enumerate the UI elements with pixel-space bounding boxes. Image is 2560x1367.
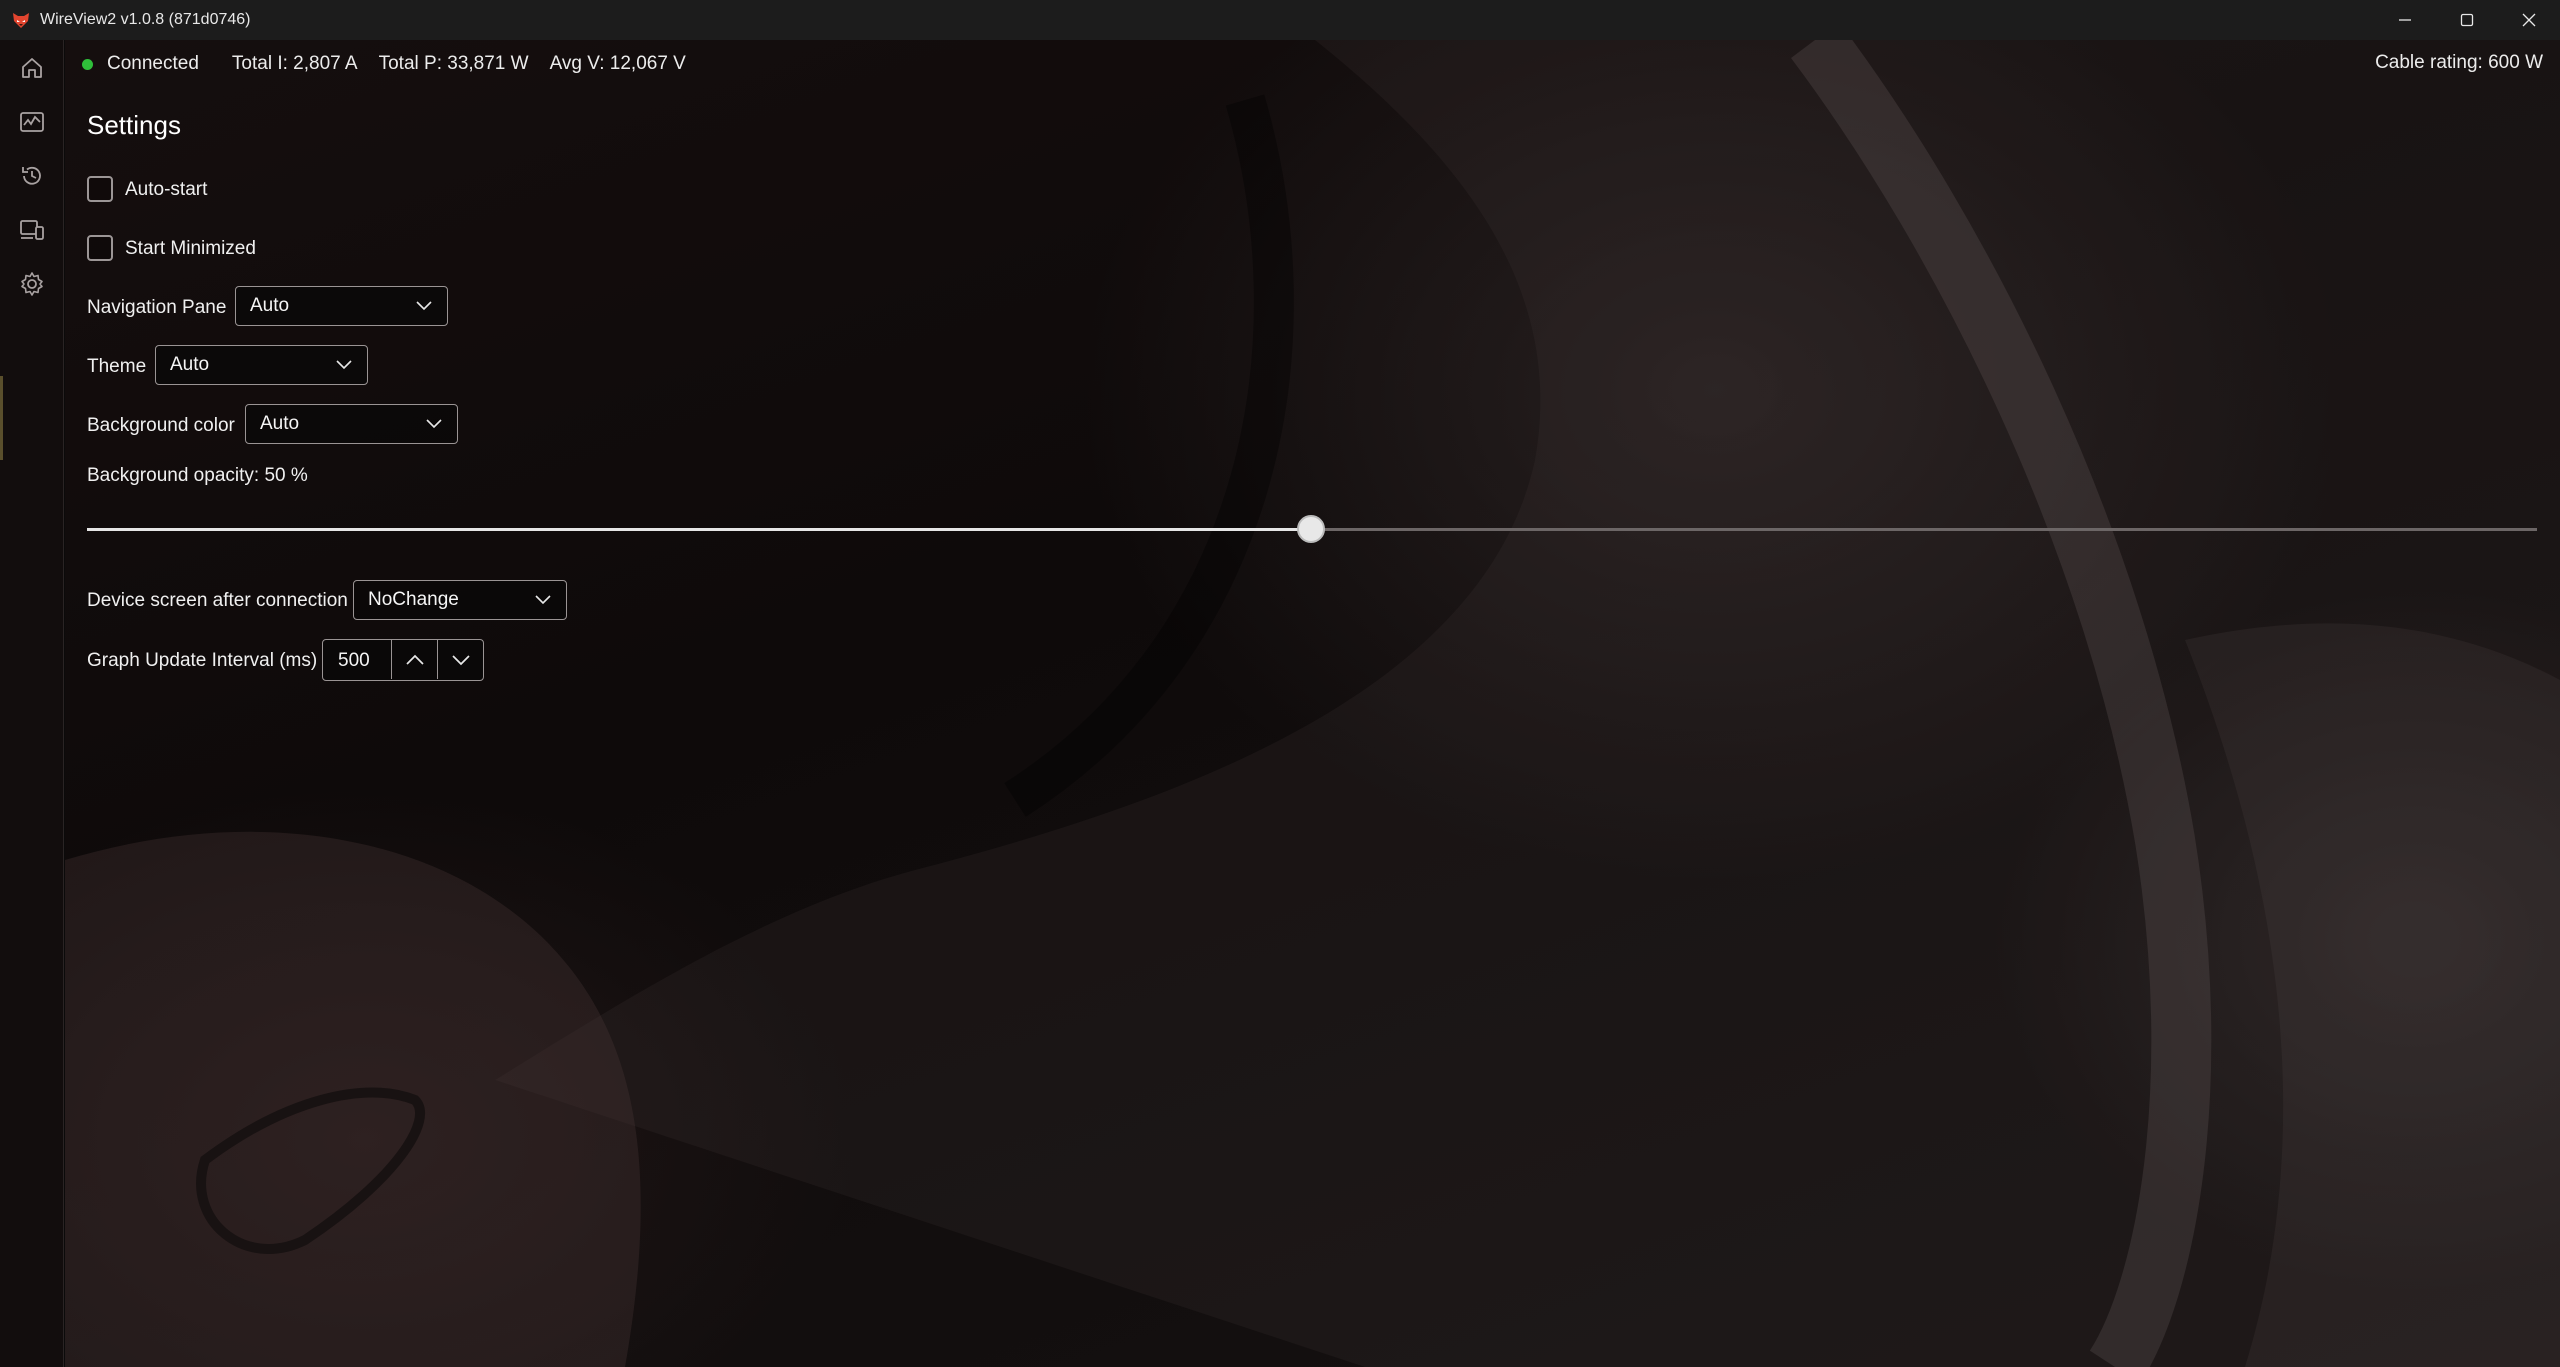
maximize-button[interactable] <box>2436 0 2498 40</box>
connection-status-dot <box>82 58 93 70</box>
app-window: WireView2 v1.0.8 (871d0746) Connected To… <box>0 0 2560 1367</box>
navigation-rail <box>0 40 64 1367</box>
minimize-button[interactable] <box>2374 0 2436 40</box>
navigation-pane-value: Auto <box>250 295 290 316</box>
graph-interval-label: Graph Update Interval (ms) <box>87 650 318 671</box>
theme-value: Auto <box>170 354 210 375</box>
theme-dropdown[interactable]: Auto <box>155 345 368 385</box>
nav-monitor[interactable] <box>16 106 48 138</box>
nav-devices[interactable] <box>16 214 48 246</box>
increment-button[interactable] <box>391 640 437 679</box>
graph-interval-input[interactable]: 500 <box>338 650 370 672</box>
graph-interval-stepper[interactable]: 500 <box>322 639 484 681</box>
auto-start-label: Auto-start <box>125 179 208 200</box>
chevron-down-icon <box>336 360 352 370</box>
maximize-icon <box>2460 13 2474 27</box>
device-screen-value: NoChange <box>368 589 459 610</box>
opacity-slider-track-filled[interactable] <box>87 528 1312 531</box>
device-screen-label: Device screen after connection <box>87 590 348 611</box>
chevron-down-icon <box>426 419 442 429</box>
navigation-pane-label: Navigation Pane <box>87 297 227 318</box>
nav-accent-bar <box>0 376 3 460</box>
total-current: Total I: 2,807 A <box>231 53 358 74</box>
chevron-down-icon <box>416 301 432 311</box>
close-icon <box>2522 13 2536 27</box>
theme-label: Theme <box>87 356 147 377</box>
monitor-graph-icon <box>20 112 44 132</box>
window-controls <box>2374 0 2560 40</box>
main-background <box>65 40 2560 1367</box>
close-button[interactable] <box>2498 0 2560 40</box>
nav-history[interactable] <box>16 160 48 192</box>
opacity-slider-thumb[interactable] <box>1297 515 1325 543</box>
cable-rating: Cable rating: 600 W <box>2375 52 2543 73</box>
window-title: WireView2 v1.0.8 (871d0746) <box>40 11 251 28</box>
devices-icon <box>20 220 44 240</box>
fox-logo-icon <box>11 10 31 30</box>
auto-start-checkbox[interactable] <box>87 176 113 202</box>
start-minimized-checkbox[interactable] <box>87 235 113 261</box>
history-icon <box>22 166 41 185</box>
device-screen-dropdown[interactable]: NoChange <box>353 580 567 620</box>
chevron-up-icon <box>405 654 424 665</box>
background-color-dropdown[interactable]: Auto <box>245 404 458 444</box>
home-icon <box>22 58 42 78</box>
connection-status: Connected <box>107 53 199 74</box>
background-color-label: Background color <box>87 415 235 436</box>
chevron-down-icon <box>535 595 551 605</box>
chevron-down-icon <box>451 654 470 665</box>
nav-settings[interactable] <box>16 268 48 300</box>
page-title: Settings <box>87 110 181 140</box>
background-opacity-label: Background opacity: 50 % <box>87 465 308 486</box>
background-fan-image <box>65 40 2560 1367</box>
avg-voltage: Avg V: 12,067 V <box>549 53 686 74</box>
gear-icon <box>21 272 43 296</box>
minimize-icon <box>2399 19 2411 21</box>
background-color-value: Auto <box>260 413 300 434</box>
title-bar: WireView2 v1.0.8 (871d0746) <box>0 0 2560 40</box>
opacity-slider-track[interactable] <box>1312 528 2537 531</box>
navigation-pane-dropdown[interactable]: Auto <box>235 286 448 326</box>
total-power: Total P: 33,871 W <box>378 53 529 74</box>
nav-home[interactable] <box>16 52 48 84</box>
start-minimized-label: Start Minimized <box>125 238 256 259</box>
decrement-button[interactable] <box>437 640 483 679</box>
status-bar: Connected Total I: 2,807 A Total P: 33,8… <box>82 52 707 76</box>
